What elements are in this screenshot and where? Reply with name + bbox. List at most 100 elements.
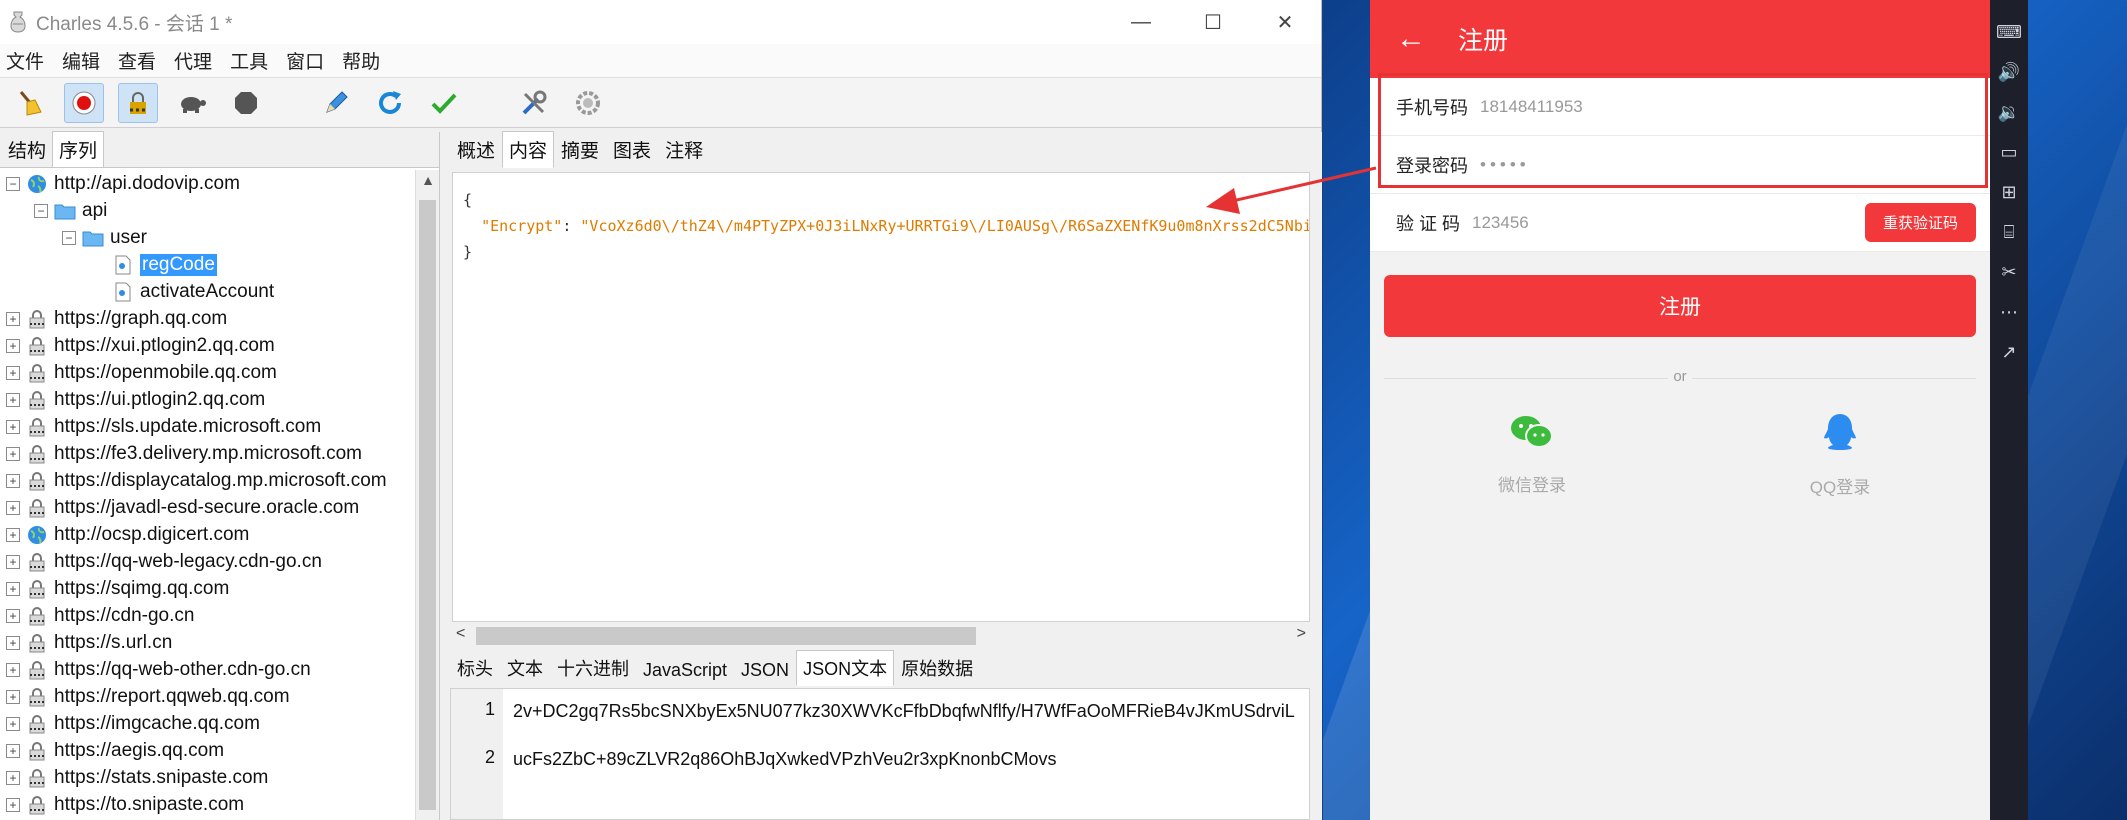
resend-code-button[interactable]: 重获验证码: [1864, 203, 1976, 242]
menu-file[interactable]: 文件: [6, 47, 44, 74]
expand-icon[interactable]: +: [6, 797, 20, 812]
breakpoints-button[interactable]: [226, 83, 266, 123]
tree-row[interactable]: + https://sls.update.microsoft.com: [0, 413, 414, 440]
tab-contents[interactable]: 内容: [502, 131, 555, 168]
share-icon[interactable]: ↗: [1997, 340, 2021, 364]
verify-code-row[interactable]: 验 证 码 123456 重获验证码: [1370, 194, 1990, 252]
hscroll-thumb[interactable]: [476, 627, 976, 645]
maximize-button[interactable]: ☐: [1177, 0, 1249, 44]
json-hscrollbar[interactable]: < >: [452, 624, 1310, 648]
tree-row[interactable]: − user: [0, 224, 414, 251]
tab-structure[interactable]: 结构: [2, 132, 52, 167]
expand-icon[interactable]: +: [6, 554, 20, 569]
tab-json-text[interactable]: JSON文本: [796, 650, 895, 686]
scroll-left-icon[interactable]: <: [456, 625, 465, 643]
expand-icon[interactable]: +: [6, 392, 20, 407]
screen-icon[interactable]: ▭: [1997, 140, 2021, 164]
validate-button[interactable]: [424, 83, 464, 123]
tools-button[interactable]: [514, 83, 554, 123]
tree-row[interactable]: regCode: [0, 251, 414, 278]
expand-icon[interactable]: +: [6, 662, 20, 677]
expand-icon[interactable]: +: [6, 446, 20, 461]
menu-tools[interactable]: 工具: [230, 47, 268, 74]
text-viewer[interactable]: 1 2 2v+DC2gq7Rs5bcSNXbyEx5NU077kz30XWVKc…: [450, 688, 1310, 820]
json-viewer[interactable]: { "Encrypt": "VcoXz6d0\/thZ4\/m4PTyZPX+0…: [452, 172, 1310, 622]
tree-row[interactable]: + https://aegis.qq.com: [0, 737, 414, 764]
repeat-button[interactable]: [370, 83, 410, 123]
scissors-icon[interactable]: ✂: [1997, 260, 2021, 284]
expand-icon[interactable]: +: [6, 419, 20, 434]
shake-icon[interactable]: ⌸: [1997, 220, 2021, 244]
expand-icon[interactable]: +: [6, 581, 20, 596]
expand-icon[interactable]: +: [6, 770, 20, 785]
scroll-right-icon[interactable]: >: [1297, 625, 1306, 643]
tree-row[interactable]: + https://report.qqweb.qq.com: [0, 683, 414, 710]
menu-window[interactable]: 窗口: [286, 47, 324, 74]
expand-icon[interactable]: +: [6, 500, 20, 515]
expand-icon[interactable]: +: [6, 338, 20, 353]
tab-sequence[interactable]: 序列: [52, 131, 105, 167]
tree-scrollbar[interactable]: ▲: [415, 170, 439, 820]
tree-row[interactable]: + https://ui.ptlogin2.qq.com: [0, 386, 414, 413]
expand-icon[interactable]: +: [6, 743, 20, 758]
tree-row[interactable]: − http://api.dodovip.com: [0, 170, 414, 197]
menu-proxy[interactable]: 代理: [174, 47, 212, 74]
clear-session-button[interactable]: [10, 83, 50, 123]
tab-notes[interactable]: 注释: [658, 131, 710, 168]
tab-summary[interactable]: 摘要: [554, 131, 606, 168]
register-button[interactable]: 注册: [1384, 275, 1976, 337]
collapse-icon[interactable]: −: [6, 176, 20, 191]
scroll-up-icon[interactable]: ▲: [416, 172, 440, 188]
throttle-button[interactable]: [172, 83, 212, 123]
tree-row[interactable]: + https://to.snipaste.com: [0, 791, 414, 818]
expand-icon[interactable]: +: [6, 635, 20, 650]
code-input[interactable]: 123456: [1472, 213, 1529, 233]
volume-down-icon[interactable]: 🔉: [1997, 100, 2021, 124]
tab-raw[interactable]: 原始数据: [894, 650, 980, 686]
tree-row[interactable]: + https://displaycatalog.mp.microsoft.com: [0, 467, 414, 494]
settings-button[interactable]: [568, 83, 608, 123]
tree-row[interactable]: + https://qq-web-other.cdn-go.cn: [0, 656, 414, 683]
apk-install-icon[interactable]: ⊞: [1997, 180, 2021, 204]
expand-icon[interactable]: +: [6, 716, 20, 731]
more-icon[interactable]: ⋯: [1997, 300, 2021, 324]
tree-row[interactable]: + https://sqimg.qq.com: [0, 575, 414, 602]
compose-button[interactable]: [316, 83, 356, 123]
back-arrow-icon[interactable]: ←: [1396, 22, 1442, 56]
tab-headers[interactable]: 标头: [450, 650, 500, 686]
expand-icon[interactable]: +: [6, 365, 20, 380]
tree-row[interactable]: + https://cdn-go.cn: [0, 602, 414, 629]
expand-icon[interactable]: +: [6, 311, 20, 326]
tab-javascript[interactable]: JavaScript: [636, 655, 734, 686]
tree-row[interactable]: + https://javadl-esd-secure.oracle.com: [0, 494, 414, 521]
volume-up-icon[interactable]: 🔊: [1997, 60, 2021, 84]
tab-chart[interactable]: 图表: [606, 131, 658, 168]
tab-hex[interactable]: 十六进制: [550, 650, 636, 686]
tree-row[interactable]: + https://fe3.delivery.mp.microsoft.com: [0, 440, 414, 467]
qq-login[interactable]: QQ登录: [1760, 412, 1920, 498]
keyboard-icon[interactable]: ⌨: [1996, 20, 2022, 44]
ssl-proxy-button[interactable]: [118, 82, 158, 123]
tree-row[interactable]: + https://openmobile.qq.com: [0, 359, 414, 386]
tree-row[interactable]: − api: [0, 197, 414, 224]
scrollbar-thumb[interactable]: [419, 200, 436, 810]
wechat-login[interactable]: 微信登录: [1452, 412, 1612, 496]
record-button[interactable]: [64, 82, 104, 123]
tree-row[interactable]: + https://imgcache.qq.com: [0, 710, 414, 737]
tree-row[interactable]: activateAccount: [0, 278, 414, 305]
tab-json[interactable]: JSON: [734, 655, 796, 686]
tree-row[interactable]: + https://s.url.cn: [0, 629, 414, 656]
menu-help[interactable]: 帮助: [342, 47, 380, 74]
tree-row[interactable]: + https://qq-web-legacy.cdn-go.cn: [0, 548, 414, 575]
tree-row[interactable]: + http://ocsp.digicert.com: [0, 521, 414, 548]
tree-row[interactable]: + https://xui.ptlogin2.qq.com: [0, 332, 414, 359]
expand-icon[interactable]: +: [6, 473, 20, 488]
expand-icon[interactable]: +: [6, 527, 20, 542]
expand-icon[interactable]: +: [6, 608, 20, 623]
tab-overview[interactable]: 概述: [450, 131, 502, 168]
menu-view[interactable]: 查看: [118, 47, 156, 74]
expand-icon[interactable]: +: [6, 689, 20, 704]
minimize-button[interactable]: —: [1105, 0, 1177, 44]
tree-row[interactable]: + https://graph.qq.com: [0, 305, 414, 332]
collapse-icon[interactable]: −: [62, 230, 76, 245]
